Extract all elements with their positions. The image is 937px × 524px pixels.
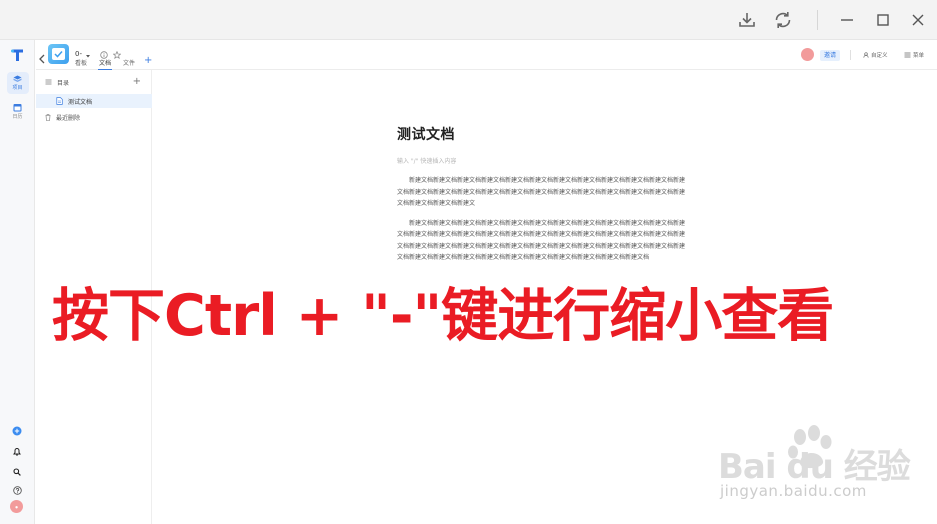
- menu-icon: [904, 52, 911, 58]
- person-icon: [863, 52, 869, 58]
- add-circle-icon[interactable]: [12, 421, 22, 440]
- titlebar-divider: [817, 10, 818, 30]
- project-cover[interactable]: [48, 44, 69, 64]
- avatar-initials: ●: [15, 504, 18, 509]
- back-chevron-icon[interactable]: [38, 49, 46, 68]
- doc-paragraph[interactable]: 新建文档新建文档新建文档新建文档新建文档新建文档新建文档新建文档新建文档新建文档…: [397, 175, 689, 210]
- watermark-url: jingyan.baidu.com: [720, 482, 867, 500]
- app-logo-icon: [10, 48, 25, 67]
- document-icon: [56, 97, 63, 105]
- minimize-icon[interactable]: [835, 8, 859, 32]
- rail-item-project[interactable]: 项目: [3, 72, 32, 94]
- add-tab-icon[interactable]: +: [144, 56, 152, 67]
- tab-kanban[interactable]: 看板: [75, 58, 87, 67]
- watermark: Bai du 经验 jingyan.baidu.com: [718, 425, 918, 505]
- tab-docs[interactable]: 文档: [98, 58, 113, 71]
- project-name[interactable]: 0-: [75, 50, 82, 58]
- trash-icon: [45, 113, 51, 121]
- maximize-icon[interactable]: [871, 8, 895, 32]
- doc-paragraph[interactable]: 新建文档新建文档新建文档新建文档新建文档新建文档新建文档新建文档新建文档新建文档…: [397, 218, 689, 264]
- watermark-text: Bai du 经验: [718, 447, 911, 487]
- document-body: 测试文档 输入 "/" 快速插入内容 新建文档新建文档新建文档新建文档新建文档新…: [397, 124, 689, 264]
- rail-item-project-label: 项目: [12, 85, 23, 91]
- instruction-overlay: 按下Ctrl + "-"键进行缩小查看: [52, 283, 834, 349]
- left-rail: 项目 日历 ●: [0, 40, 35, 524]
- menu-button[interactable]: 菜单: [904, 51, 924, 59]
- project-tabs: 看板 文档 文件 +: [75, 56, 152, 71]
- recent-deleted-label: 最近删除: [56, 114, 81, 122]
- directory-row[interactable]: 目录 +: [36, 75, 152, 89]
- sidebar-item-test-doc-label: 测试文档: [68, 98, 93, 106]
- invite-button[interactable]: 邀请: [820, 50, 841, 61]
- tab-files[interactable]: 文件: [123, 58, 135, 67]
- doc-title[interactable]: 测试文档: [397, 124, 689, 144]
- add-doc-icon[interactable]: +: [133, 77, 141, 87]
- sync-icon[interactable]: [771, 8, 795, 32]
- rail-item-calendar-label: 日历: [12, 114, 23, 120]
- directory-label: 目录: [57, 79, 70, 87]
- rail-item-project-box: 项目: [6, 72, 29, 94]
- title-bar: [0, 0, 937, 40]
- member-avatar[interactable]: [801, 48, 814, 61]
- tab-docs-label: 文档: [99, 60, 112, 67]
- sidebar-item-test-doc[interactable]: 测试文档: [36, 94, 152, 108]
- calendar-icon: [13, 104, 22, 112]
- close-icon[interactable]: [906, 8, 930, 32]
- rail-item-calendar[interactable]: 日历: [3, 103, 32, 120]
- project-header: 0- 看板 文档 文件 + 邀请 自定义 菜单: [36, 40, 937, 71]
- header-divider: [850, 50, 851, 60]
- recent-deleted-row[interactable]: 最近删除: [36, 110, 152, 124]
- menu-label: 菜单: [913, 53, 925, 59]
- custom-label: 自定义: [871, 53, 888, 59]
- list-icon: [45, 79, 52, 85]
- cube-icon: [13, 75, 22, 82]
- help-icon[interactable]: [13, 480, 22, 499]
- project-cover-check-icon: [52, 48, 65, 60]
- bell-icon[interactable]: [13, 441, 21, 460]
- search-icon[interactable]: [13, 461, 21, 480]
- avatar[interactable]: ●: [10, 500, 23, 513]
- download-icon[interactable]: [735, 8, 759, 32]
- doc-placeholder[interactable]: 输入 "/" 快速插入内容: [397, 156, 689, 165]
- custom-button[interactable]: 自定义: [863, 51, 888, 59]
